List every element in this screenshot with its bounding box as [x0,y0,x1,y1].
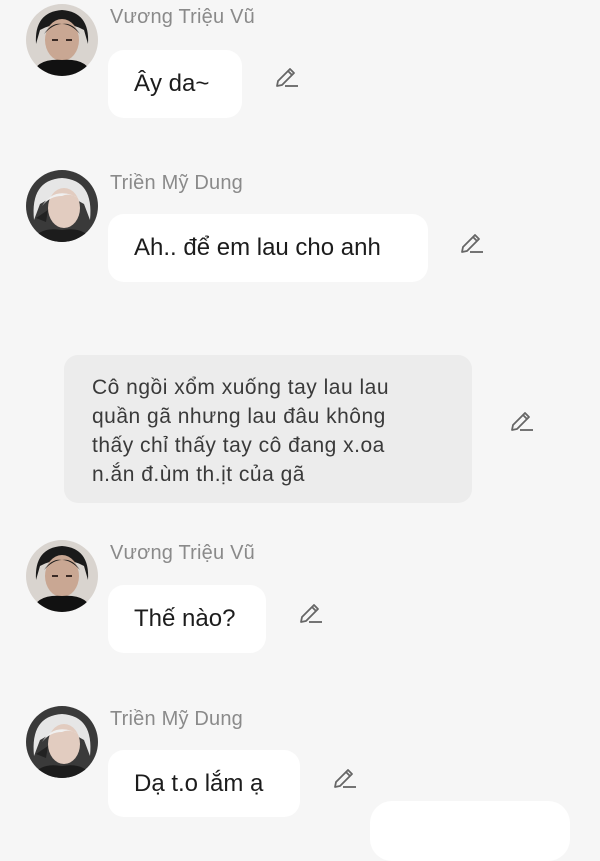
sender-name: Triền Mỹ Dung [110,172,244,194]
floating-input-bar[interactable] [370,801,570,861]
pencil-edit-icon [511,412,533,431]
edit-message-button[interactable] [297,597,325,625]
pencil-edit-icon [334,769,356,788]
pencil-edit-icon [276,68,298,87]
pencil-edit-icon [461,234,483,253]
white-haired-woman-avatar [26,170,98,242]
white-haired-woman-avatar [26,706,98,778]
dark-haired-man-avatar [26,4,98,76]
avatar-vuong-trieu-vu[interactable] [26,540,98,612]
edit-message-button[interactable] [273,61,301,89]
edit-message-button[interactable] [331,762,359,790]
message-bubble[interactable]: Ah.. để em lau cho anh [108,214,428,282]
sender-name: Vương Triệu Vũ [110,6,255,28]
narration-line: quần gã nhưng lau đâu không [92,405,386,428]
avatar-trien-my-dung[interactable] [26,170,98,242]
sender-name: Triền Mỹ Dung [110,708,244,730]
pencil-edit-icon [300,604,322,623]
message-bubble[interactable]: Thế nào? [108,585,266,653]
avatar-vuong-trieu-vu[interactable] [26,4,98,76]
sender-name: Vương Triệu Vũ [110,542,255,564]
message-bubble[interactable]: Dạ t.o lắm ạ [108,750,300,817]
message-bubble[interactable]: Ây da~ [108,50,242,118]
narration-line: thấy chỉ thấy tay cô đang x.oa [92,434,385,457]
dark-haired-man-avatar [26,540,98,612]
narration-bubble[interactable]: Cô ngồi xổm xuống tay lau lau quần gã nh… [64,355,472,503]
narration-line: n.ắn đ.ùm th.ịt của gã [92,463,305,486]
narration-line: Cô ngồi xổm xuống tay lau lau [92,376,390,399]
edit-message-button[interactable] [458,227,486,255]
edit-narration-button[interactable] [508,405,536,433]
avatar-trien-my-dung[interactable] [26,706,98,778]
